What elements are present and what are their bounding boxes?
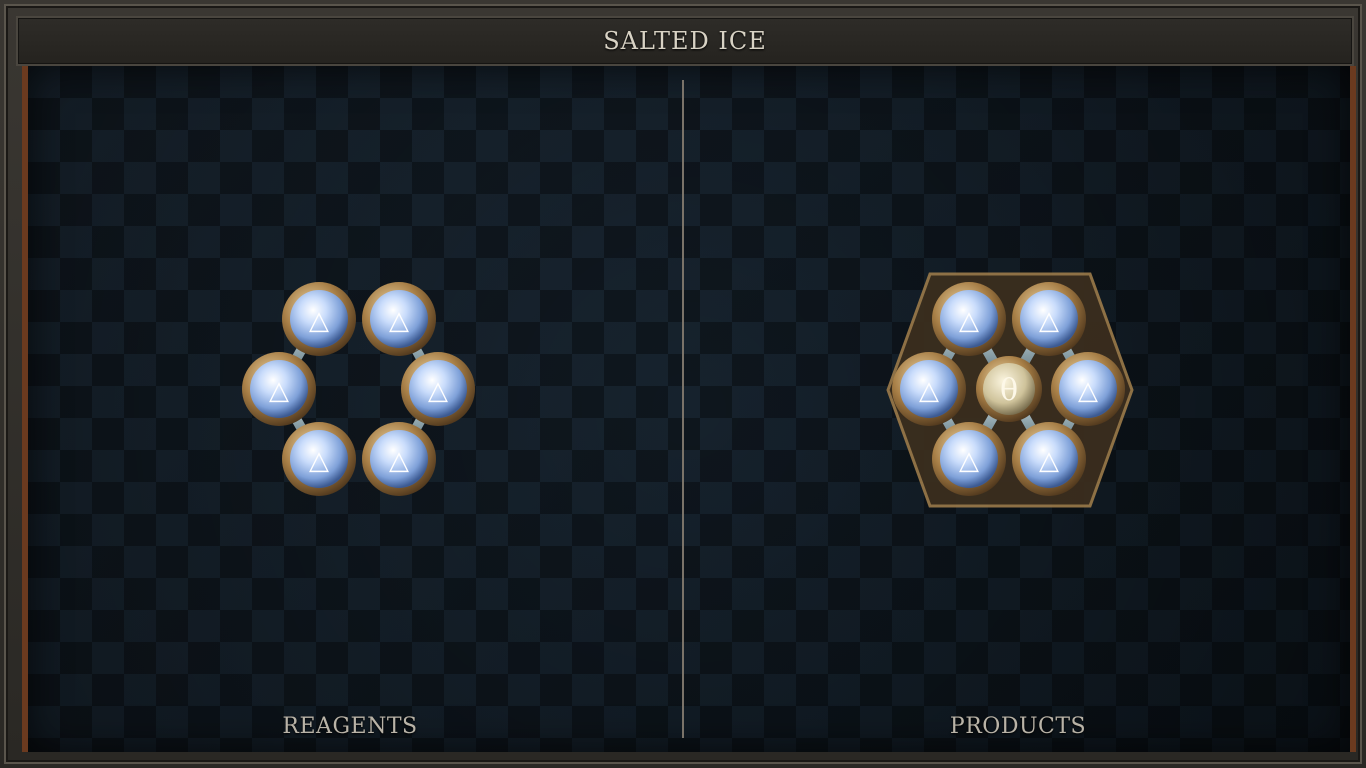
orb-water[interactable]: △ (242, 352, 316, 426)
water-icon: △ (428, 376, 448, 406)
reagents-label: REAGENTS (282, 714, 418, 739)
water-icon: △ (309, 446, 329, 476)
water-icon: △ (959, 306, 979, 336)
reagent-molecule[interactable]: △ △ △ △ △ △ (230, 275, 490, 515)
orb-water[interactable]: △ (932, 422, 1006, 496)
orb-water[interactable]: △ (932, 282, 1006, 356)
product-molecule[interactable]: θ △ △ △ △ △ △ (880, 270, 1140, 515)
water-icon: △ (389, 306, 409, 336)
orb-water[interactable]: △ (1012, 282, 1086, 356)
orb-water[interactable]: △ (1051, 352, 1125, 426)
title-bar: SALTED ICE (16, 16, 1354, 66)
orb-water[interactable]: △ (892, 352, 966, 426)
salt-icon: θ (1000, 373, 1018, 408)
water-icon: △ (269, 376, 289, 406)
orb-water[interactable]: △ (1012, 422, 1086, 496)
window-frame: SALTED ICE △ △ △ △ △ △ θ △ △ △ △ △ △ REA… (0, 0, 1366, 768)
orb-water[interactable]: △ (362, 422, 436, 496)
products-label: PRODUCTS (949, 714, 1087, 739)
panel-divider (682, 80, 684, 738)
orb-water[interactable]: △ (401, 352, 475, 426)
water-icon: △ (389, 446, 409, 476)
orb-water[interactable]: △ (282, 422, 356, 496)
orb-salt[interactable]: θ (976, 356, 1042, 422)
orb-water[interactable]: △ (282, 282, 356, 356)
water-icon: △ (309, 306, 329, 336)
water-icon: △ (959, 446, 979, 476)
water-icon: △ (919, 376, 939, 406)
water-icon: △ (1078, 376, 1098, 406)
water-icon: △ (1039, 306, 1059, 336)
water-icon: △ (1039, 446, 1059, 476)
recipe-title: SALTED ICE (603, 27, 767, 55)
orb-water[interactable]: △ (362, 282, 436, 356)
reaction-board (22, 66, 1356, 752)
